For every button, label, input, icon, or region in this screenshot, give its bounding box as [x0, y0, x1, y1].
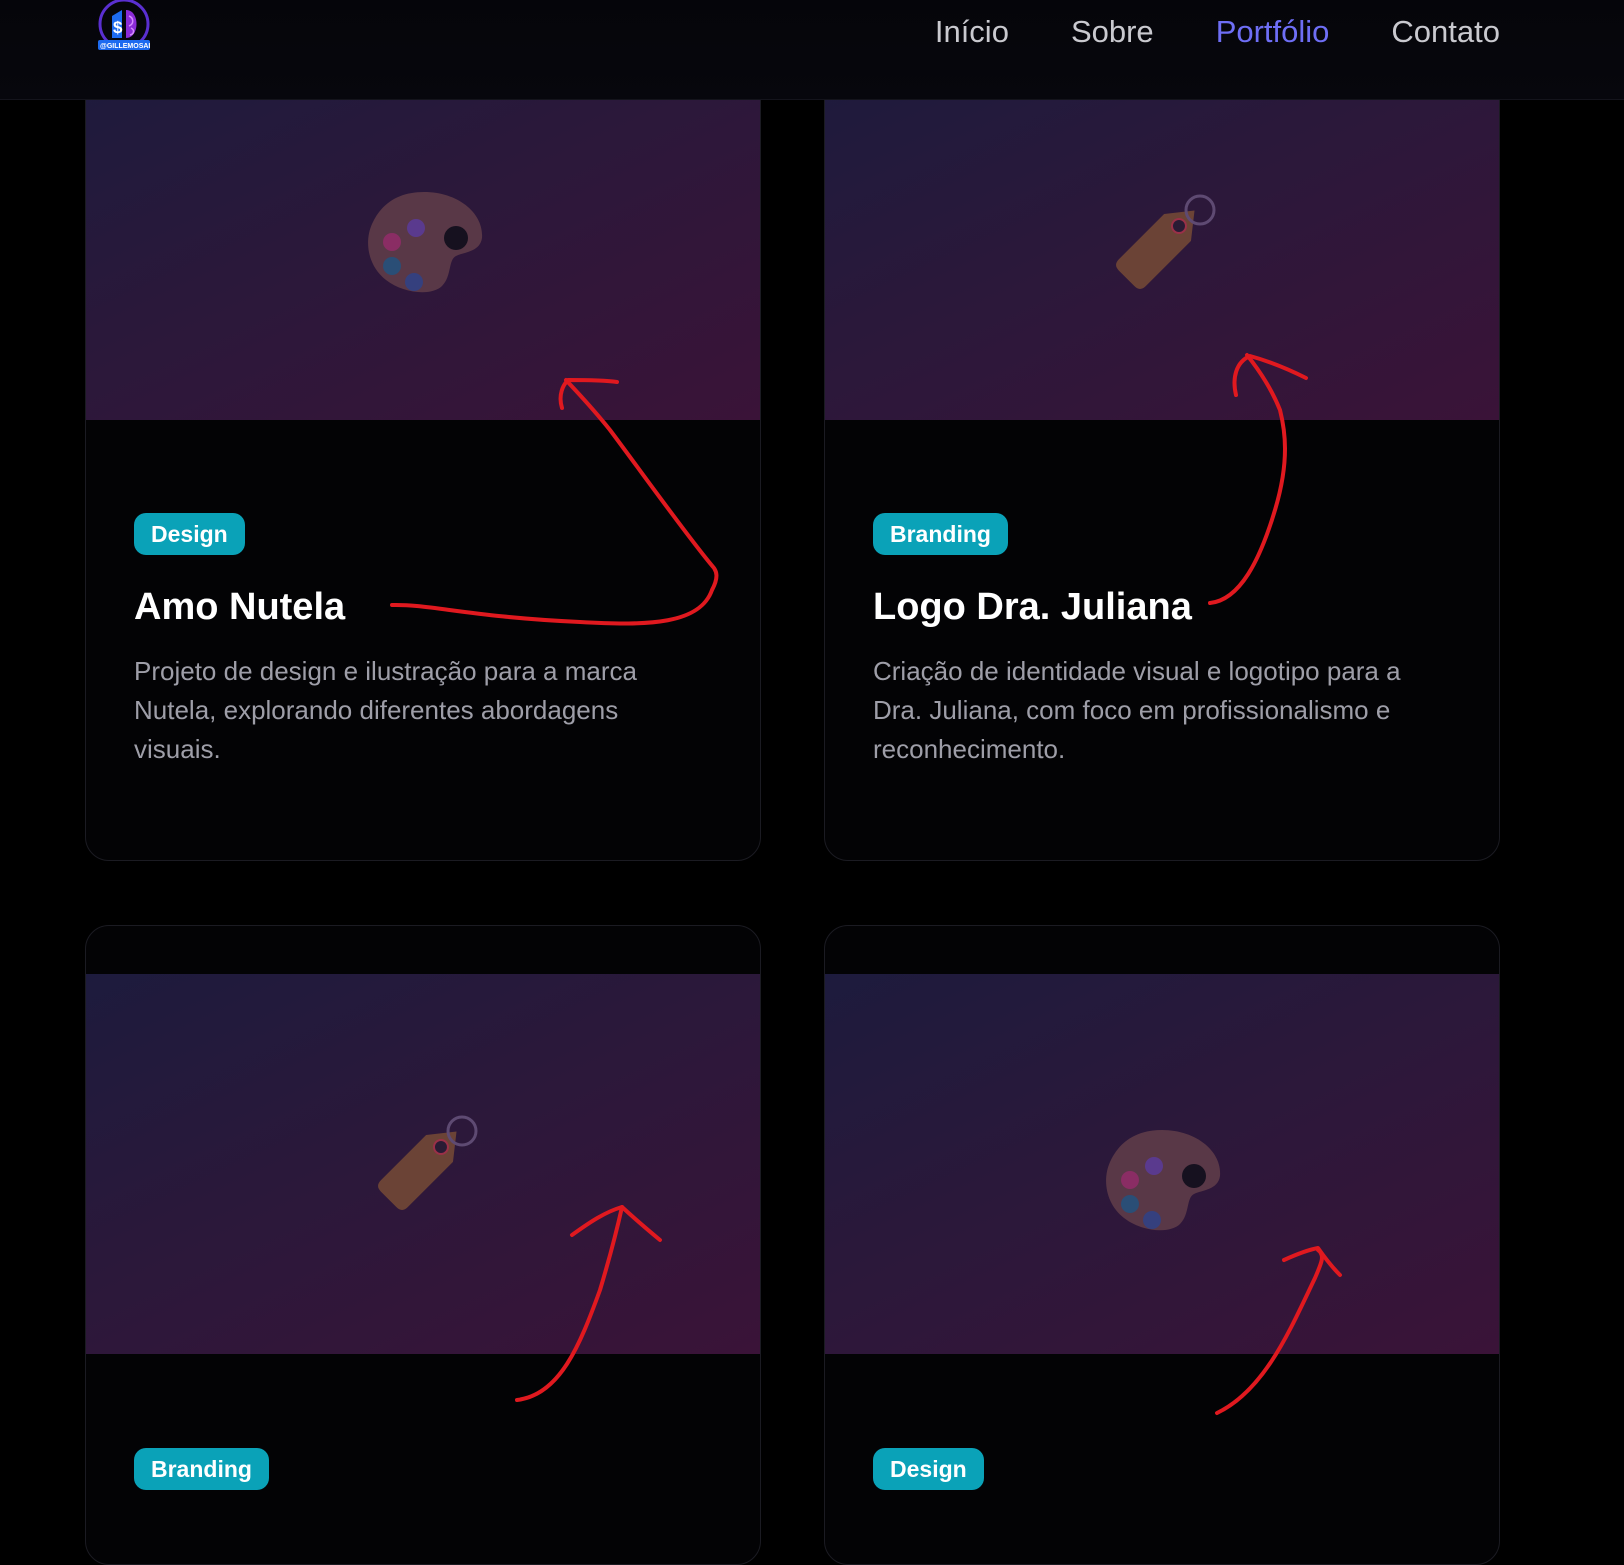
portfolio-card-amo-nutela[interactable]: Design Amo Nutela Projeto de design e il…: [85, 60, 761, 861]
brand-logo[interactable]: $ @GILLEMOSAI: [96, 0, 152, 56]
portfolio-card[interactable]: Branding: [85, 925, 761, 1565]
palette-icon: [364, 186, 484, 301]
nav-link-portfolio[interactable]: Portfólio: [1216, 14, 1330, 50]
palette-icon: [1102, 1124, 1222, 1239]
card-image: [825, 974, 1499, 1354]
main-nav: Início Sobre Portfólio Contato: [935, 10, 1500, 54]
nav-link-inicio[interactable]: Início: [935, 14, 1009, 50]
card-description: Projeto de design e ilustração para a ma…: [134, 656, 637, 764]
card-title: Logo Dra. Juliana: [873, 586, 1192, 628]
category-badge: Branding: [134, 1448, 269, 1490]
card-description: Criação de identidade visual e logotipo …: [873, 656, 1401, 764]
category-badge: Design: [134, 513, 245, 555]
card-title: Amo Nutela: [134, 586, 346, 628]
tag-icon: [364, 1109, 484, 1224]
tag-icon: [1102, 188, 1222, 303]
portfolio-card[interactable]: Design: [824, 925, 1500, 1565]
nav-link-sobre[interactable]: Sobre: [1071, 14, 1154, 50]
category-badge: Design: [873, 1448, 984, 1490]
svg-text:$: $: [113, 18, 123, 37]
portfolio-card-logo-dra-juliana[interactable]: Branding Logo Dra. Juliana Criação de id…: [824, 60, 1500, 861]
category-badge: Branding: [873, 513, 1008, 555]
card-image: [86, 61, 760, 420]
card-image: [86, 974, 760, 1354]
card-image: [825, 61, 1499, 420]
nav-link-contato[interactable]: Contato: [1391, 14, 1500, 50]
logo-text: @GILLEMOSAI: [100, 43, 150, 50]
site-header: $ @GILLEMOSAI Início Sobre Portfólio Con…: [0, 0, 1624, 100]
